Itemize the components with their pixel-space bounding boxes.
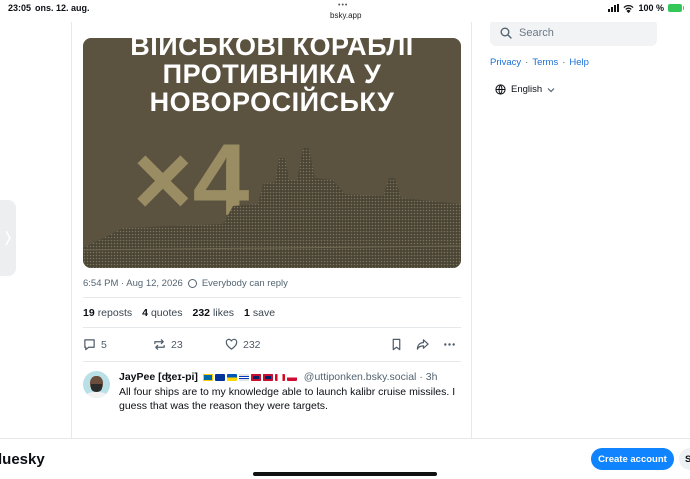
privacy-link[interactable]: Privacy: [490, 57, 521, 68]
battery-percent: 100 %: [638, 3, 664, 13]
more-options-button[interactable]: [443, 338, 456, 351]
footer-links: Privacy · Terms · Help: [490, 57, 589, 68]
flag-eu: [214, 373, 225, 381]
saves-stat[interactable]: 1 save: [244, 307, 275, 319]
status-date: ons. 12. aug.: [35, 3, 90, 13]
signal-icon: [608, 4, 620, 12]
sign-in-button[interactable]: Si: [679, 448, 690, 470]
post-thread: ВІЙСЬКОВІ КОРАБЛІ ПРОТИВНИКА У НОВОРОСІЙ…: [71, 22, 472, 451]
quotes-label: quotes: [150, 307, 183, 319]
reply-author-handle[interactable]: @uttiponken.bsky.social: [304, 371, 417, 383]
flag-israel: [238, 373, 249, 381]
repost-button[interactable]: 23: [153, 338, 183, 351]
home-indicator[interactable]: [253, 472, 437, 476]
saves-count: 1: [244, 307, 250, 319]
quotes-count: 4: [142, 307, 148, 319]
search-input[interactable]: [519, 26, 639, 39]
wifi-icon: [623, 4, 635, 13]
page: 23:05 ons. 12. aug. ••• bsky.app 100 % В…: [0, 0, 690, 479]
battery-icon: [668, 4, 684, 12]
reply-button[interactable]: 5: [83, 338, 107, 351]
bookmark-icon: [392, 338, 401, 351]
post-meta: 6:54 PM · Aug 12, 2026 Everybody can rep…: [83, 278, 288, 289]
likes-stat[interactable]: 232 likes: [193, 307, 235, 319]
flag-uk-2: [262, 373, 273, 381]
avatar-body: [86, 392, 107, 398]
search-bar[interactable]: [490, 19, 657, 46]
reply-time[interactable]: 3h: [426, 371, 438, 383]
left-drawer-handle[interactable]: [0, 200, 16, 276]
status-bar: 23:05 ons. 12. aug. ••• bsky.app 100 %: [0, 0, 690, 22]
language-selector[interactable]: English: [495, 84, 555, 95]
status-time: 23:05: [8, 3, 32, 13]
reply-post[interactable]: JayPee [ʤeɪ-pi] @uttiponken.bsky.social …: [72, 362, 472, 451]
likes-count: 232: [192, 307, 211, 319]
quotes-stat[interactable]: 4 quotes: [142, 307, 182, 319]
address-url[interactable]: bsky.app: [330, 11, 361, 20]
reply-icon: [84, 339, 95, 351]
flag-ukraine: [226, 373, 237, 381]
warship-graphic: [83, 148, 461, 268]
like-count: 232: [243, 338, 261, 351]
headline-line-2: ПРОТИВНИКА У: [162, 59, 382, 89]
post-image[interactable]: ВІЙСЬКОВІ КОРАБЛІ ПРОТИВНИКА У НОВОРОСІЙ…: [83, 38, 461, 268]
post-actions: 5 23 232: [83, 338, 461, 354]
like-button[interactable]: 232: [225, 338, 261, 351]
flag-canada: [274, 373, 285, 381]
post-timestamp[interactable]: 6:54 PM · Aug 12, 2026: [83, 278, 183, 289]
globe-icon: [187, 279, 197, 288]
reply-text: All four ships are to my knowledge able …: [119, 386, 456, 412]
divider: [83, 297, 461, 298]
flag-greenland: [286, 373, 297, 381]
link-separator: ·: [562, 57, 566, 68]
reposts-stat[interactable]: 19 reposts: [83, 307, 132, 319]
create-account-button[interactable]: Create account: [591, 448, 674, 470]
flag-emojis: [202, 371, 299, 383]
bookmark-button[interactable]: [390, 338, 403, 351]
repost-icon: [154, 339, 165, 350]
flag-uk: [250, 373, 261, 381]
reply-header: JayPee [ʤeɪ-pi] @uttiponken.bsky.social …: [119, 371, 437, 383]
repost-count: 23: [171, 338, 183, 351]
flag-sweden: [202, 373, 213, 381]
globe-icon: [495, 84, 506, 95]
share-button[interactable]: [416, 338, 429, 351]
link-separator: ·: [525, 57, 529, 68]
brand-logo-text: luesky: [0, 451, 45, 468]
chevron-right-icon: [5, 230, 11, 246]
image-headline: ВІЙСЬКОВІ КОРАБЛІ ПРОТИВНИКА У НОВОРОСІЙ…: [83, 38, 461, 116]
signup-bar: luesky Create account Si: [0, 438, 690, 479]
terms-link[interactable]: Terms: [532, 57, 558, 68]
reply-separator: ·: [419, 371, 423, 383]
reply-setting: Everybody can reply: [201, 278, 288, 289]
tab-dots-icon[interactable]: •••: [338, 2, 348, 9]
share-icon: [416, 339, 429, 350]
reposts-count: 19: [83, 307, 95, 319]
headline-line-3: НОВОРОСІЙСЬКУ: [149, 87, 395, 117]
more-icon: [444, 343, 455, 346]
post-stats: 19 reposts 4 quotes 232 likes 1 save: [83, 307, 275, 319]
help-link[interactable]: Help: [569, 57, 589, 68]
likes-label: likes: [213, 307, 235, 319]
reply-count: 5: [101, 338, 107, 351]
reposts-label: reposts: [97, 307, 133, 319]
status-indicators: 100 %: [608, 3, 684, 13]
heart-icon: [225, 338, 238, 350]
headline-line-1: ВІЙСЬКОВІ КОРАБЛІ: [130, 38, 414, 61]
saves-label: save: [252, 307, 276, 319]
language-label: English: [511, 84, 543, 95]
reply-author-name[interactable]: JayPee [ʤeɪ-pi]: [119, 371, 198, 383]
avatar[interactable]: [83, 371, 110, 398]
divider: [83, 327, 461, 328]
chevron-down-icon: [547, 87, 555, 92]
search-icon: [500, 27, 512, 39]
avatar-beard: [91, 384, 102, 392]
